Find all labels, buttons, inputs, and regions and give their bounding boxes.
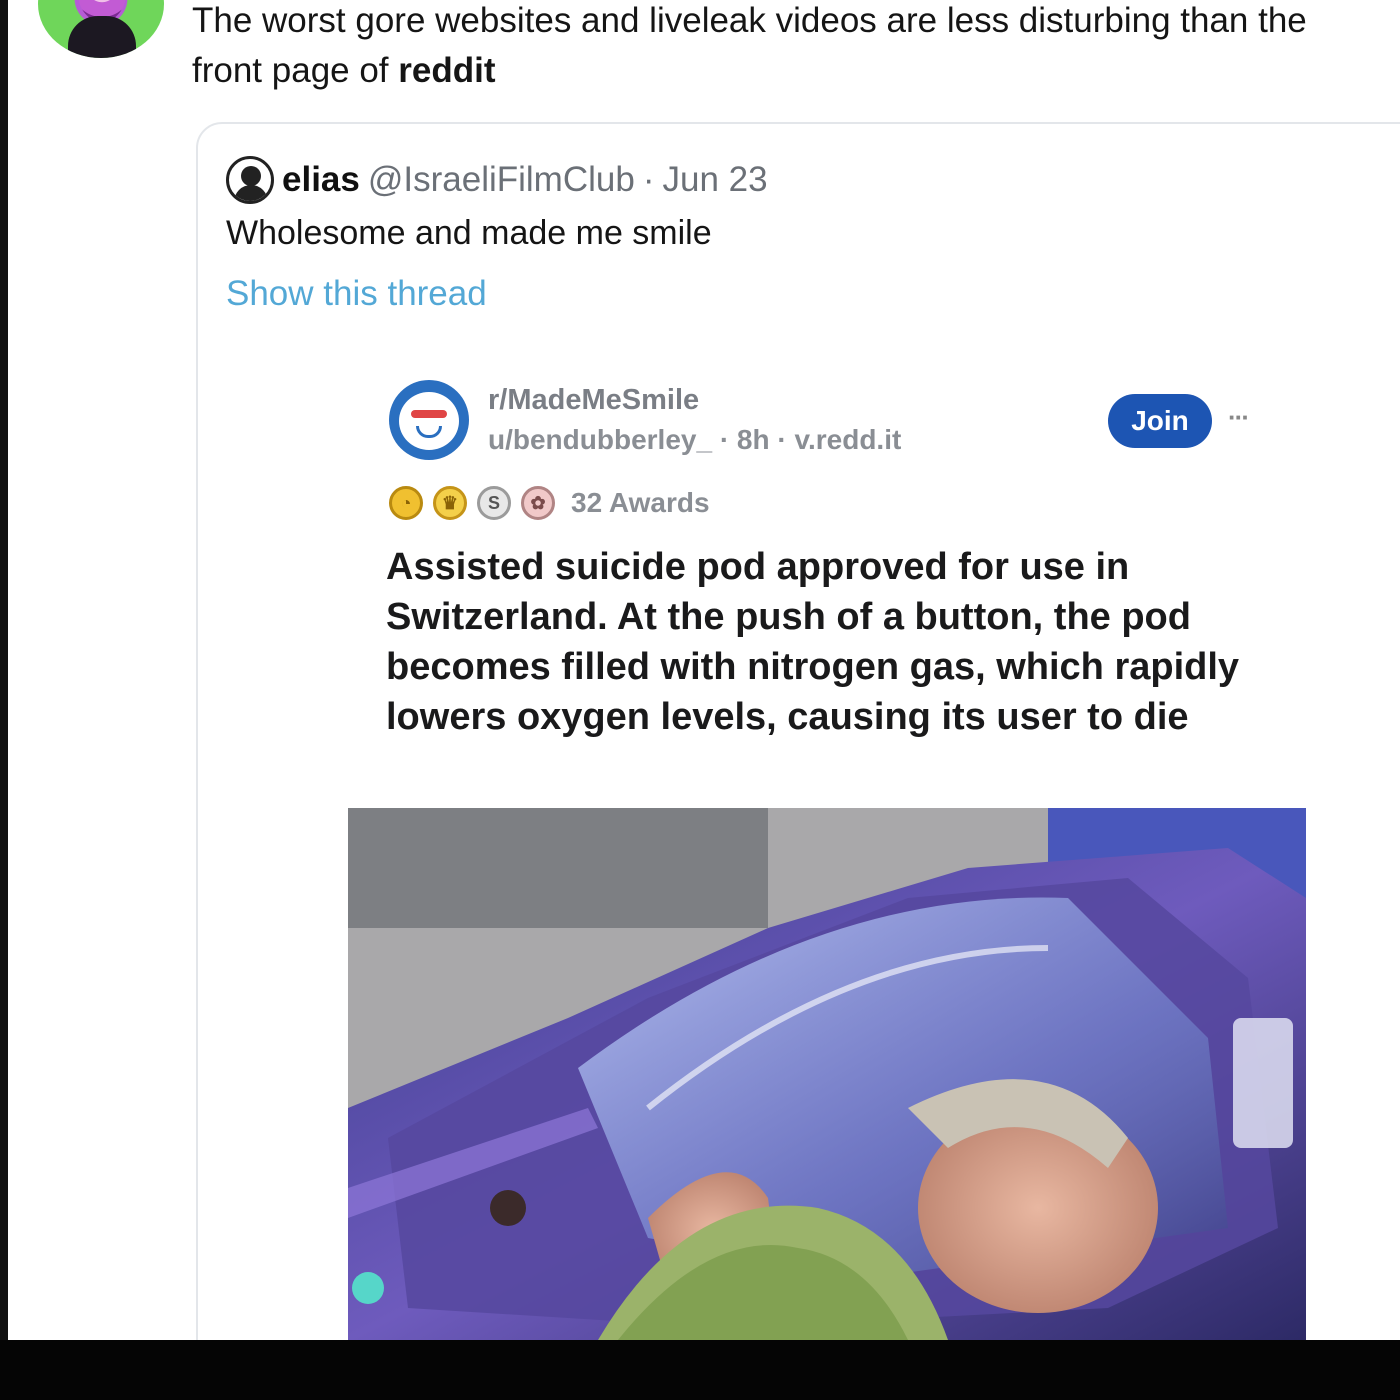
quoted-author-avatar[interactable] — [226, 156, 274, 204]
pod-photo — [348, 808, 1306, 1340]
quoted-author-name[interactable]: elias — [282, 160, 360, 200]
quoted-tweet-text: Wholesome and made me smile — [226, 214, 712, 252]
screenshot-screen: The worst gore websites and liveleak vid… — [0, 0, 1400, 1340]
subreddit-icon-face — [399, 392, 459, 450]
quoted-tweet-date[interactable]: Jun 23 — [662, 160, 767, 200]
more-options-icon[interactable]: ··· — [1228, 402, 1250, 433]
brain-award-icon: ✿ — [521, 486, 555, 520]
gold-award-icon: ◔ — [389, 486, 423, 520]
join-button[interactable]: Join — [1108, 394, 1212, 448]
tweet-text-line1: The worst gore websites and liveleak vid… — [192, 1, 1307, 40]
tweet-text-prefix: front page of — [192, 51, 399, 90]
subreddit-name[interactable]: r/MadeMeSmile — [488, 384, 699, 417]
silver-award-icon: S — [477, 486, 511, 520]
post-title[interactable]: Assisted suicide pod approved for use in… — [386, 542, 1286, 742]
tweet-text: The worst gore websites and liveleak vid… — [192, 0, 1392, 96]
author-avatar[interactable] — [38, 0, 164, 58]
avatar-body — [68, 16, 136, 58]
quoted-author-handle[interactable]: @IsraeliFilmClub — [368, 160, 635, 200]
tweet-text-bold-reddit: reddit — [398, 51, 496, 90]
crown-award-icon: ♛ — [433, 486, 467, 520]
bottom-black-bar — [0, 1340, 1400, 1400]
post-byline[interactable]: u/bendubberley_ · 8h · v.redd.it — [488, 424, 901, 456]
subreddit-icon[interactable] — [389, 380, 469, 460]
tweet-text-line2: front page of reddit — [192, 46, 1392, 96]
show-thread-link[interactable]: Show this thread — [226, 274, 487, 314]
awards-count: 32 Awards — [571, 487, 710, 518]
awards-row[interactable]: ◔ ♛ S ✿ 32 Awards — [389, 486, 710, 520]
meta-separator: · — [642, 160, 655, 199]
left-border — [0, 0, 8, 1340]
post-media-image[interactable] — [348, 808, 1306, 1340]
subreddit-icon-eyes — [411, 410, 447, 418]
quoted-tweet-header: elias @IsraeliFilmClub · Jun 23 — [226, 154, 768, 206]
